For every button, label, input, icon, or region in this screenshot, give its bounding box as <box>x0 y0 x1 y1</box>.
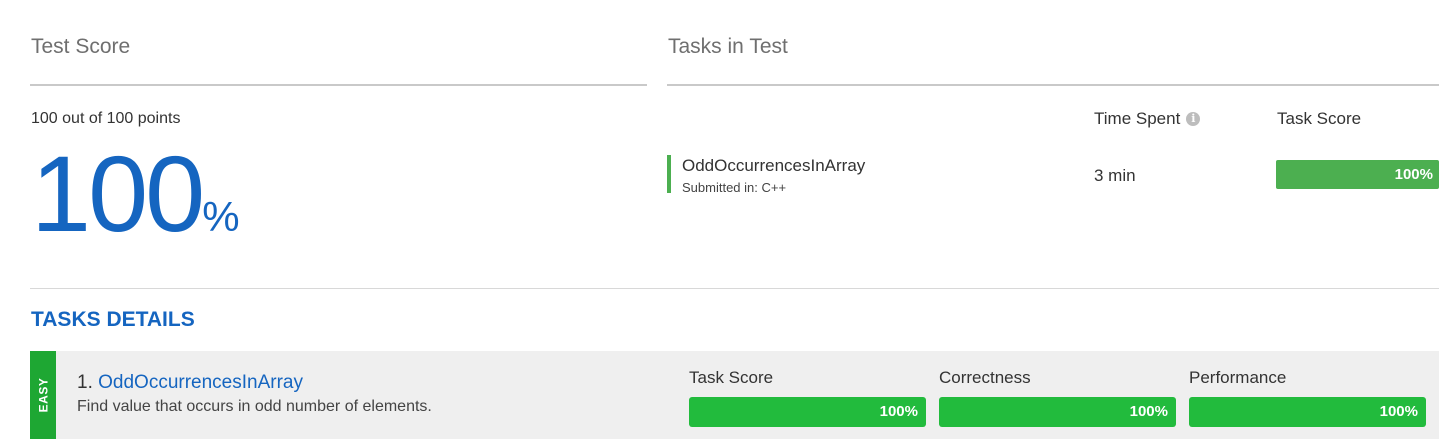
time-spent-label: Time Spent <box>1094 109 1181 128</box>
time-spent-header: Time Spent i <box>1094 109 1201 129</box>
task-score-progress: 100% <box>1276 160 1439 189</box>
points-line: 100 out of 100 points <box>31 110 181 127</box>
metric-label-correctness: Correctness <box>939 368 1031 387</box>
metric-track-task-score: 100% <box>689 397 926 427</box>
metric-bar-correctness: 100% <box>939 397 1176 427</box>
task-score-value: 100% <box>1394 166 1433 183</box>
task-detail-row: EASY 1. OddOccurrencesInArray Find value… <box>30 351 1439 439</box>
tasks-details-title: TASKS DETAILS <box>31 308 195 331</box>
metric-value-correctness: 100% <box>1129 403 1168 420</box>
metric-label-performance: Performance <box>1189 368 1287 387</box>
task-detail-number: 1. <box>77 372 93 393</box>
metric-bar-performance: 100% <box>1189 397 1426 427</box>
tasks-in-test-divider <box>667 84 1439 86</box>
metric-bar-task-score: 100% <box>689 397 926 427</box>
metric-track-performance: 100% <box>1189 397 1426 427</box>
task-detail-link[interactable]: OddOccurrencesInArray <box>98 372 303 393</box>
overall-score-percent-sign: % <box>202 193 240 240</box>
task-detail-title: 1. OddOccurrencesInArray <box>77 372 303 394</box>
tasks-in-test-title: Tasks in Test <box>668 35 788 58</box>
section-divider <box>30 288 1439 289</box>
overall-score: 100% <box>31 140 240 248</box>
info-icon[interactable]: i <box>1186 112 1201 126</box>
task-score-bar: 100% <box>1276 160 1439 189</box>
test-score-divider <box>30 84 647 86</box>
overall-score-value: 100 <box>31 133 205 254</box>
metric-value-task-score: 100% <box>879 403 918 420</box>
task-detail-description: Find value that occurs in odd number of … <box>77 398 432 415</box>
metric-track-correctness: 100% <box>939 397 1176 427</box>
metric-label-task-score: Task Score <box>689 368 774 387</box>
test-score-title: Test Score <box>31 35 131 58</box>
task-time-spent: 3 min <box>1094 166 1136 185</box>
difficulty-label: EASY <box>36 377 50 413</box>
task-score-header: Task Score <box>1277 109 1362 128</box>
difficulty-badge: EASY <box>30 351 56 439</box>
task-accent-bar <box>667 155 671 193</box>
metric-value-performance: 100% <box>1379 403 1418 420</box>
task-name[interactable]: OddOccurrencesInArray <box>682 156 865 176</box>
task-submitted-language: Submitted in: C++ <box>682 180 787 195</box>
